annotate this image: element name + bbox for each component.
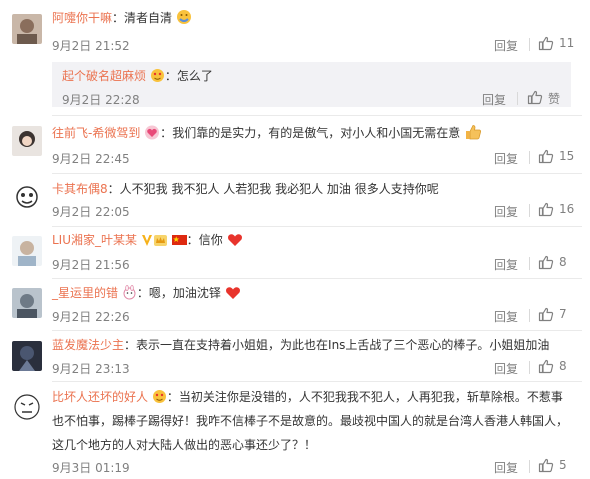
like-count: 5	[559, 458, 567, 472]
sub-reply: 起个破名超麻烦 ：怎么了 9月2日 22:28 回复 赞	[52, 62, 571, 107]
thumbs-up-icon	[538, 359, 554, 374]
comment-text-line: 这几个地方的人对大陆人做出的恶心事还少了？！	[52, 438, 317, 452]
reply-button[interactable]: 回复	[494, 256, 518, 273]
username[interactable]: 阿嚏你干嘛	[52, 11, 112, 25]
reply-button[interactable]: 回复	[494, 150, 518, 167]
username[interactable]: 往前飞-希微驾到	[52, 126, 140, 140]
thumbs-up-icon	[527, 90, 543, 105]
username[interactable]: 卡其布偶8	[52, 182, 108, 196]
like-count: 11	[559, 36, 575, 50]
reply-button[interactable]: 回复	[494, 459, 518, 476]
clipped-previous-text: ·· · ·	[0, 0, 590, 4]
username[interactable]: 起个破名超麻烦	[62, 69, 146, 83]
crown-icon	[153, 235, 167, 246]
username[interactable]: LIU湘家_叶某某	[52, 233, 137, 247]
username[interactable]: 比坏人还坏的好人	[52, 390, 148, 404]
comment-text: 表示一直在支持着小姐姐，为此也在Ins上舌战了三个恶心的棒子。小姐姐加油	[136, 338, 550, 352]
thumbs-up-icon	[538, 149, 554, 164]
timestamp: 9月2日 21:52	[52, 39, 130, 53]
comment-text: 嗯，加油沈铎	[148, 286, 221, 300]
reply-button[interactable]: 回复	[494, 203, 518, 220]
thumbs-up-emoji-icon	[466, 125, 482, 140]
like-count: 15	[559, 149, 575, 163]
like-count: 8	[559, 359, 567, 373]
avatar[interactable]	[12, 183, 42, 213]
reply-button[interactable]: 回复	[494, 37, 518, 54]
heart-icon	[145, 125, 160, 140]
comment-text: 清者自清	[124, 11, 173, 25]
avatar[interactable]	[12, 126, 42, 156]
comment-text: 怎么了	[176, 69, 213, 83]
avatar[interactable]	[12, 14, 42, 44]
timestamp: 9月2日 21:56	[52, 258, 130, 272]
timestamp: 9月2日 22:45	[52, 152, 130, 166]
rabbit-emoji-icon	[123, 285, 136, 300]
reply-button[interactable]: 回复	[494, 360, 518, 377]
reply-button[interactable]: 回复	[482, 91, 506, 108]
username[interactable]: _星运里的错	[52, 286, 118, 300]
timestamp: 9月3日 01:19	[52, 461, 130, 475]
comment-text: 信你	[198, 233, 223, 247]
like-count: 8	[559, 255, 567, 269]
avatar[interactable]	[12, 236, 42, 266]
timestamp: 9月2日 22:28	[62, 93, 140, 107]
thumbs-up-icon	[538, 202, 554, 217]
comment-text: 我们靠的是实力，有的是傲气，对小人和小国无需在意	[172, 126, 461, 140]
like-count: 16	[559, 202, 575, 216]
timestamp: 9月2日 22:05	[52, 205, 130, 219]
heart-icon	[227, 234, 242, 246]
thumbs-up-icon	[538, 307, 554, 322]
avatar[interactable]	[12, 288, 42, 318]
heart-icon	[225, 287, 240, 299]
username[interactable]: 蓝发魔法少主	[52, 338, 124, 352]
timestamp: 9月2日 23:13	[52, 362, 130, 376]
comment-text-line: 也不怕事，踢棒子踢得好！我咋不信棒子不是故意的。最歧视中国人的就是台湾人香港人韩…	[52, 414, 569, 428]
thumbs-up-icon	[538, 458, 554, 473]
emoji-face-icon	[152, 390, 166, 403]
timestamp: 9月2日 22:26	[52, 310, 130, 324]
avatar[interactable]	[12, 392, 42, 422]
reply-button[interactable]: 回复	[494, 308, 518, 325]
china-flag-icon	[171, 231, 187, 249]
emoji-face-icon	[176, 10, 191, 24]
emoji-face-icon	[150, 69, 164, 82]
thumbs-up-icon	[538, 36, 554, 51]
thumbs-up-icon	[538, 255, 554, 270]
comment-body: 比坏人还坏的好人 ：当初关注你是没错的，人不犯我我不犯人，人再犯我，斩草除根。不…	[52, 385, 580, 457]
vip-v-icon	[141, 235, 152, 246]
comment-text-line: 当初关注你是没错的，人不犯我我不犯人，人再犯我，斩草除根。不惹事	[178, 390, 563, 404]
like-count: 7	[559, 307, 567, 321]
avatar[interactable]	[12, 341, 42, 371]
comment-text: 人不犯我 我不犯人 人若犯我 我必犯人 加油 很多人支持你呢	[119, 182, 439, 196]
like-count: 赞	[548, 92, 561, 106]
